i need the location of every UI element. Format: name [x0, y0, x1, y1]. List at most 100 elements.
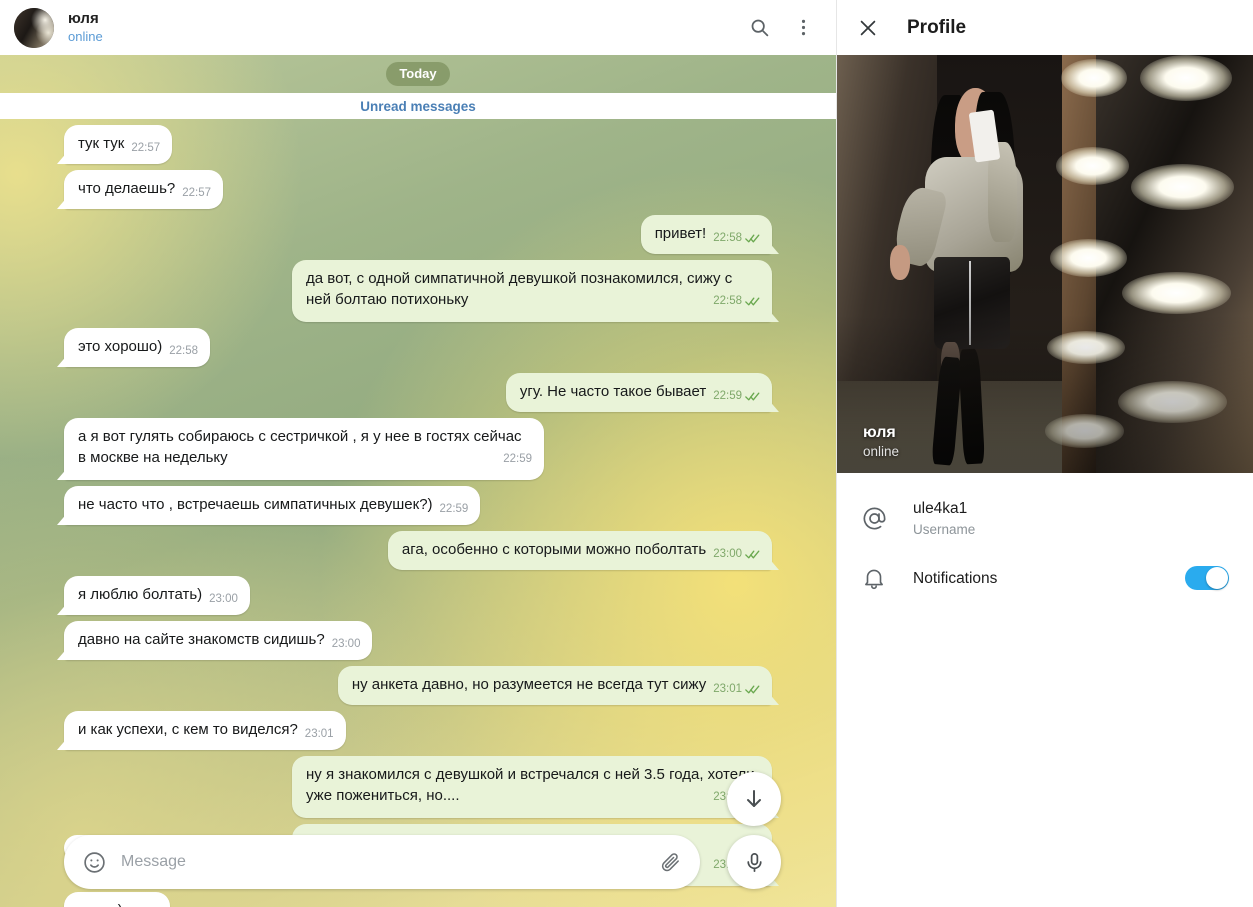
message-meta: 22:58 [713, 291, 760, 312]
message-time: 22:58 [713, 232, 742, 244]
smiley-icon[interactable] [82, 850, 107, 875]
incoming-message-bubble[interactable]: это хорошо) 22:58 [64, 328, 211, 367]
message-row: да вот, с одной симпатичной девушкой поз… [0, 260, 836, 322]
incoming-message-bubble[interactable]: ахаха)23:02 [64, 892, 171, 907]
outgoing-message-bubble[interactable]: да вот, с одной симпатичной девушкой поз… [292, 260, 772, 322]
profile-overlay-status: online [863, 444, 900, 459]
outgoing-message-bubble[interactable]: ага, особенно с которыми можно поболтать… [387, 531, 772, 570]
message-meta: 23:01 [305, 724, 334, 745]
profile-header: Profile [837, 0, 1253, 55]
bell-icon [865, 569, 883, 590]
scroll-to-bottom-button[interactable] [727, 772, 781, 826]
message-row: не часто что , встречаешь симпатичных де… [0, 486, 836, 525]
profile-pane: Profile юля online ule4ka1 Username Noti… [836, 0, 1253, 907]
outgoing-message-bubble[interactable]: угу. Не часто такое бывает 22:59 [505, 373, 772, 412]
message-row: ну анкета давно, но разумеется не всегда… [0, 666, 836, 705]
message-text: ага, особенно с которыми можно поболтать [401, 541, 707, 558]
message-time: 23:00 [713, 548, 742, 560]
outgoing-message-bubble[interactable]: ну анкета давно, но разумеется не всегда… [337, 666, 772, 705]
message-row: и как успехи, с кем то виделся? 23:01 [0, 711, 836, 750]
message-meta: 22:59 [440, 499, 469, 520]
message-text: угу. Не часто такое бывает [519, 383, 707, 400]
incoming-message-bubble[interactable]: давно на сайте знакомств сидишь? 23:00 [64, 621, 373, 660]
incoming-message-bubble[interactable]: а я вот гулять собираюсь с сестричкой , … [64, 418, 544, 480]
message-meta: 22:57 [182, 183, 211, 204]
outgoing-message-bubble[interactable]: ну я знакомился с девушкой и встречался … [292, 756, 772, 818]
outgoing-message-bubble[interactable]: привет! 22:58 [640, 215, 772, 254]
message-time: 22:58 [169, 345, 199, 357]
message-meta: 23:00 [713, 544, 760, 565]
incoming-message-bubble[interactable]: что делаешь? 22:57 [64, 170, 224, 209]
message-row: это хорошо) 22:58 [0, 328, 836, 367]
message-list[interactable]: тук тук 22:57 что делаешь? 22:57 привет! 22:5… [0, 119, 836, 907]
message-text: и как успехи, с кем то виделся? [78, 721, 298, 738]
message-time: 22:59 [439, 503, 469, 515]
double-check-icon [745, 297, 760, 306]
profile-title: Profile [907, 16, 967, 38]
incoming-message-bubble[interactable]: тук тук 22:57 [64, 125, 173, 164]
chat-header: юля online [0, 0, 836, 55]
close-profile-button[interactable] [849, 9, 887, 47]
date-badge: Today [386, 62, 450, 86]
message-meta: 23:01 [713, 679, 760, 700]
message-text: я люблю болтать) [78, 586, 203, 603]
search-button[interactable] [740, 9, 778, 47]
bell-icon-wrap [861, 565, 913, 591]
voice-record-button[interactable] [727, 835, 781, 889]
unread-divider: Unread messages [0, 93, 836, 119]
message-time: 22:58 [713, 295, 742, 307]
close-icon [860, 20, 876, 35]
profile-row-notifications-text: Notifications [913, 568, 1185, 589]
message-row: а я вот гулять собираюсь с сестричкой , … [0, 418, 836, 480]
message-row: я люблю болтать) 23:00 [0, 576, 836, 615]
double-check-icon [745, 550, 760, 559]
message-time: 23:00 [209, 593, 238, 605]
message-composer[interactable] [64, 835, 700, 889]
message-time: 22:59 [713, 390, 742, 402]
avatar-image [14, 7, 54, 48]
message-time: 23:01 [304, 728, 334, 740]
message-meta: 22:59 [503, 449, 532, 470]
message-input[interactable] [121, 853, 659, 871]
scroll-down-icon [747, 790, 761, 807]
profile-row-username-text: ule4ka1 Username [913, 498, 1229, 539]
message-meta: 22:59 [713, 386, 760, 407]
incoming-message-bubble[interactable]: и как успехи, с кем то виделся? 23:01 [64, 711, 346, 750]
profile-photo[interactable]: юля online [837, 55, 1253, 473]
profile-overlay-name: юля [863, 424, 896, 441]
message-row: давно на сайте знакомств сидишь? 23:00 [0, 621, 836, 660]
profile-row-notifications[interactable]: Notifications [837, 550, 1253, 606]
message-time: 23:01 [713, 683, 742, 695]
username-value: ule4ka1 [913, 500, 968, 517]
profile-info-rows: ule4ka1 Username Notifications [837, 473, 1253, 606]
chat-contact-status: online [68, 29, 103, 44]
at-icon [863, 507, 886, 530]
paperclip-icon[interactable] [659, 851, 682, 874]
incoming-message-bubble[interactable]: я люблю болтать) 23:00 [64, 576, 250, 615]
unread-divider-label: Unread messages [360, 98, 476, 114]
double-check-icon [745, 234, 760, 243]
chat-contact-name: юля [68, 10, 99, 27]
profile-photo-name-overlay: юля online [863, 423, 899, 461]
double-check-icon [745, 392, 760, 401]
search-icon [751, 19, 768, 37]
more-vertical-icon [801, 19, 805, 36]
notifications-label: Notifications [913, 569, 998, 587]
chat-pane: юля online Today Unread messages тук тук… [0, 0, 836, 907]
message-text: это хорошо) [78, 338, 163, 355]
at-icon-wrap [861, 505, 913, 532]
message-row: ну я знакомился с девушкой и встречался … [0, 756, 836, 818]
message-meta: 23:00 [209, 589, 238, 610]
message-text: тук тук [78, 135, 125, 152]
message-row: угу. Не часто такое бывает 22:59 [0, 373, 836, 412]
more-options-button[interactable] [784, 9, 822, 47]
incoming-message-bubble[interactable]: не часто что , встречаешь симпатичных де… [64, 486, 481, 525]
date-badge-row: Today [0, 61, 836, 87]
profile-row-username[interactable]: ule4ka1 Username [837, 487, 1253, 550]
message-meta: 22:57 [131, 138, 160, 159]
notifications-toggle[interactable] [1185, 566, 1229, 590]
avatar[interactable] [14, 7, 54, 48]
message-text: что делаешь? [78, 180, 176, 197]
message-row: ага, особенно с которыми можно поболтать… [0, 531, 836, 570]
message-time: 22:59 [503, 453, 532, 465]
